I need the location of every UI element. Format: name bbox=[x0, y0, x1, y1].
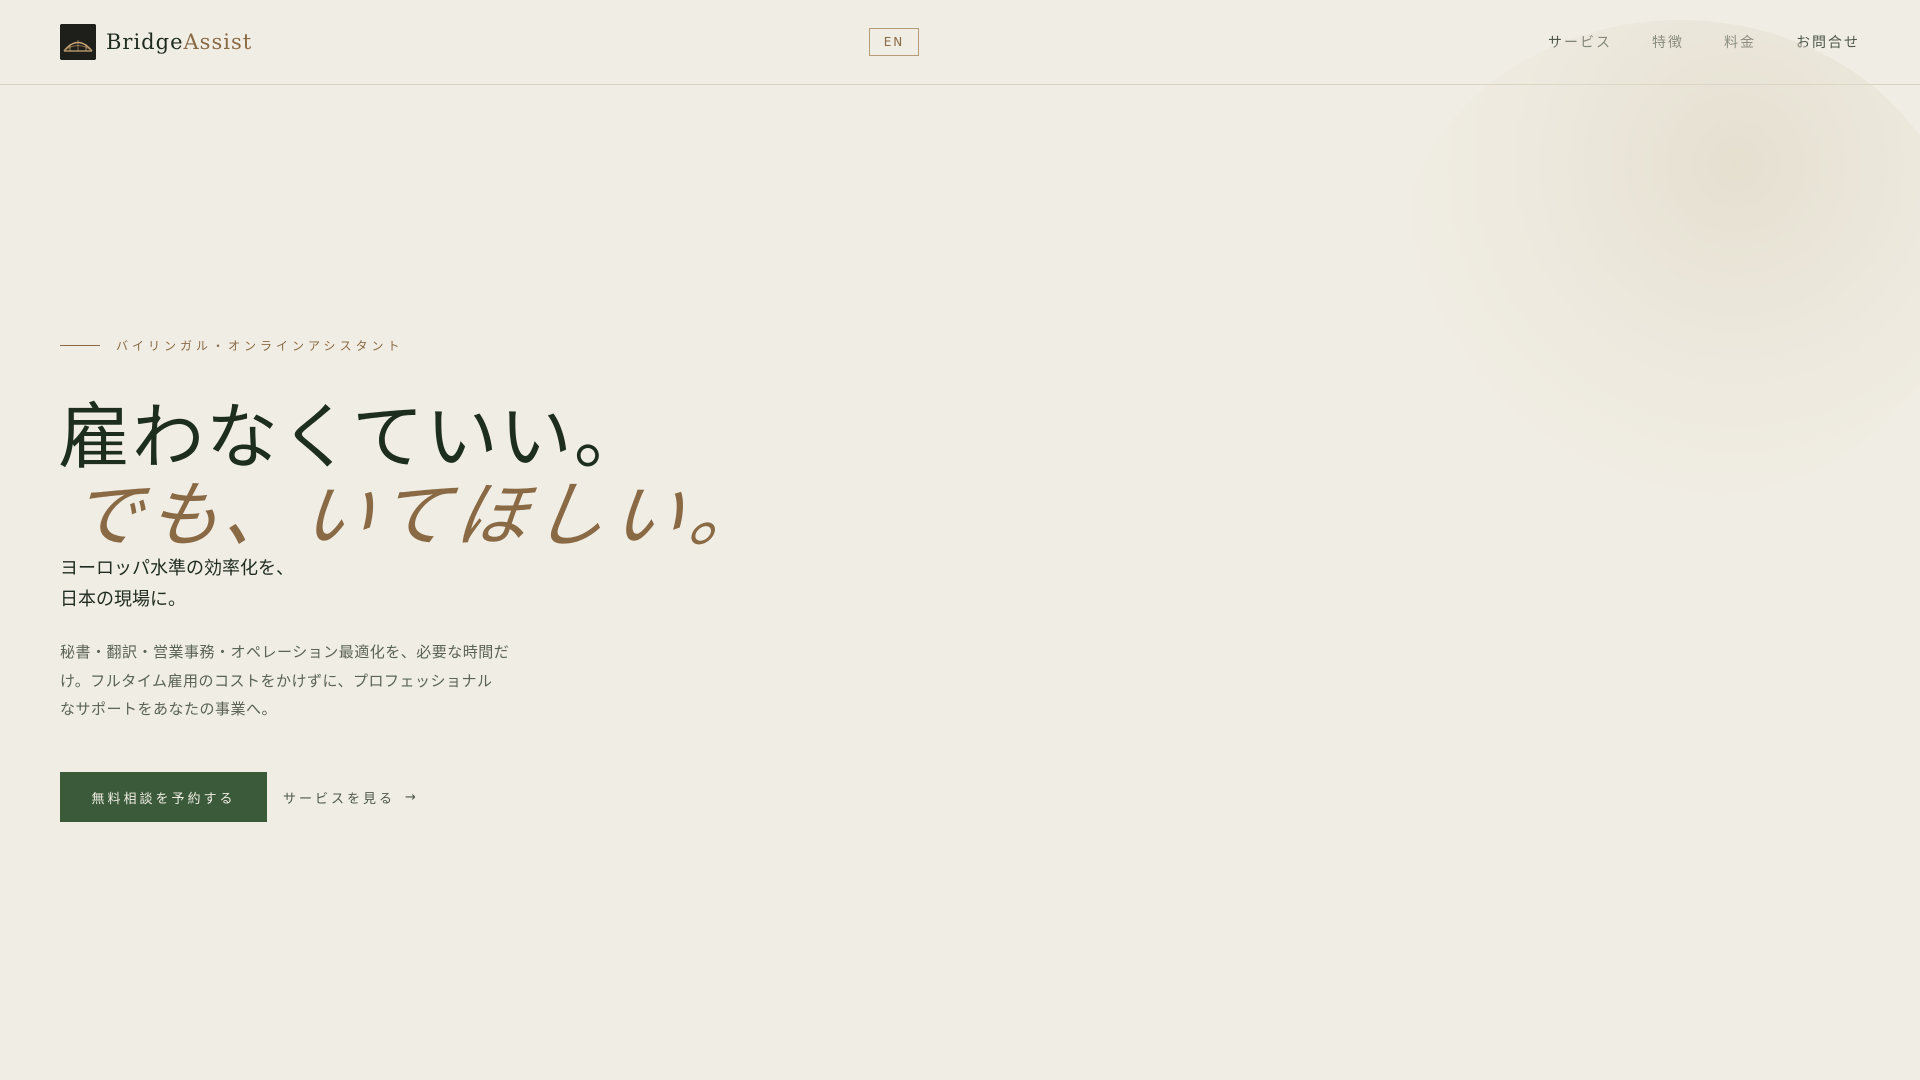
description-line-3: なサポートをあなたの事業へ。 bbox=[60, 700, 278, 718]
nav-item-contact[interactable]: お問合せ bbox=[1796, 32, 1860, 52]
nav-item-features[interactable]: 特徴 bbox=[1652, 32, 1684, 52]
logo-name-accent: Assist bbox=[183, 30, 253, 54]
nav-item-services[interactable]: サービス bbox=[1548, 32, 1612, 52]
language-toggle-button[interactable]: EN bbox=[869, 28, 919, 56]
logo-name-primary: Bridge bbox=[106, 30, 184, 54]
hero-description: 秘書・翻訳・営業事務・オペレーション最適化を、必要な時間だ け。フルタイム雇用の… bbox=[60, 638, 510, 724]
nav-item-pricing[interactable]: 料金 bbox=[1724, 32, 1756, 52]
description-line-1: 秘書・翻訳・営業事務・オペレーション最適化を、必要な時間だ bbox=[60, 643, 510, 661]
main-nav: サービス 特徴 料金 お問合せ bbox=[1548, 32, 1860, 52]
bridge-logo-icon bbox=[60, 24, 96, 60]
hero-headline-line2: でも、いてほしい。 bbox=[64, 473, 775, 557]
site-header: BridgeAssist EN サービス 特徴 料金 お問合せ bbox=[0, 0, 1920, 85]
view-services-link[interactable]: サービスを見る → bbox=[283, 788, 416, 807]
hero-eyebrow: バイリンガル・オンラインアシスタント bbox=[60, 337, 404, 354]
book-consultation-button[interactable]: 無料相談を予約する bbox=[60, 772, 267, 822]
view-services-label: サービスを見る bbox=[283, 792, 396, 807]
hero-subhead: ヨーロッパ水準の効率化を、 日本の現場に。 bbox=[60, 553, 294, 615]
logo-wordmark: BridgeAssist bbox=[106, 30, 252, 54]
logo-link[interactable]: BridgeAssist bbox=[60, 24, 252, 60]
background-glow bbox=[1400, 20, 1920, 500]
subhead-line-1: ヨーロッパ水準の効率化を、 bbox=[60, 558, 294, 579]
description-line-2: け。フルタイム雇用のコストをかけずに、プロフェッショナル bbox=[60, 671, 493, 690]
subhead-line-2: 日本の現場に。 bbox=[60, 589, 186, 610]
eyebrow-divider bbox=[60, 345, 100, 346]
eyebrow-text: バイリンガル・オンラインアシスタント bbox=[116, 339, 404, 353]
arrow-right-icon: → bbox=[405, 790, 416, 805]
